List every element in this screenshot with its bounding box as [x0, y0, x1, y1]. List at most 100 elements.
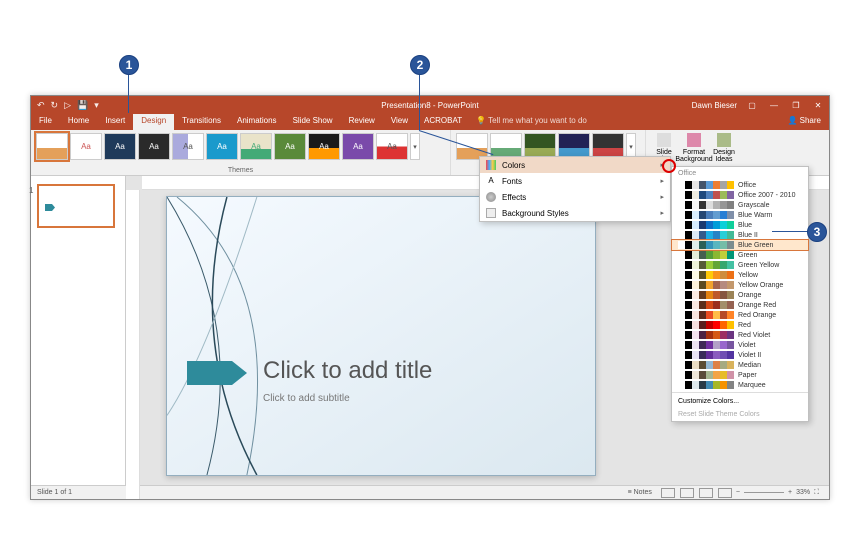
notes-button[interactable]: ≡ Notes	[628, 489, 656, 496]
tab-design[interactable]: Design	[133, 114, 174, 130]
reset-theme-colors-item: Reset Slide Theme Colors	[672, 408, 808, 421]
undo-icon[interactable]: ↶	[37, 100, 45, 111]
color-scheme-median[interactable]: Median	[672, 360, 808, 370]
tell-me-search[interactable]: 💡 Tell me what you want to do	[470, 114, 779, 130]
format-bg-icon	[687, 133, 701, 147]
color-scheme-red-violet[interactable]: Red Violet	[672, 330, 808, 340]
color-scheme-yellow-orange[interactable]: Yellow Orange	[672, 280, 808, 290]
color-swatches	[678, 291, 734, 299]
tab-animations[interactable]: Animations	[229, 114, 285, 130]
background-styles-menu-item[interactable]: Background Styles▸	[480, 205, 670, 221]
color-scheme-label: Blue Green	[738, 242, 773, 249]
qat-customize-icon[interactable]: ▾	[94, 100, 99, 111]
theme-thumb-current[interactable]	[36, 133, 68, 160]
theme-thumb[interactable]: Aa	[376, 133, 408, 160]
customize-colors-item[interactable]: Customize Colors...	[672, 395, 808, 408]
design-ideas-button[interactable]: Design Ideas	[711, 133, 737, 167]
tab-file[interactable]: File	[31, 114, 60, 130]
color-scheme-grayscale[interactable]: Grayscale	[672, 200, 808, 210]
zoom-level[interactable]: 33%	[796, 489, 810, 496]
color-scheme-paper[interactable]: Paper	[672, 370, 808, 380]
slide-thumbnail-preview	[45, 204, 55, 211]
color-scheme-blue-warm[interactable]: Blue Warm	[672, 210, 808, 220]
share-button[interactable]: 👤 Share	[779, 114, 829, 130]
color-swatches	[678, 301, 734, 309]
themes-more-button[interactable]: ▾	[410, 133, 420, 160]
ribbon-display-icon[interactable]: ▢	[745, 101, 759, 110]
format-background-button[interactable]: Format Background	[681, 133, 707, 167]
callout-3-line	[772, 231, 808, 232]
fonts-menu-item[interactable]: A Fonts▸	[480, 173, 670, 189]
theme-thumb[interactable]: Aa	[206, 133, 238, 160]
zoom-in-button[interactable]: +	[788, 489, 792, 496]
design-ideas-icon	[717, 133, 731, 147]
tab-acrobat[interactable]: ACROBAT	[416, 114, 470, 130]
theme-thumb[interactable]: Aa	[274, 133, 306, 160]
effects-menu-item[interactable]: Effects▸	[480, 189, 670, 205]
color-scheme-label: Red	[738, 322, 751, 329]
color-scheme-office-2007-2010[interactable]: Office 2007 - 2010	[672, 190, 808, 200]
theme-thumb[interactable]: Aa	[104, 133, 136, 160]
tab-slideshow[interactable]: Slide Show	[285, 114, 341, 130]
redo-icon[interactable]: ↻	[51, 100, 59, 111]
subtitle-placeholder[interactable]: Click to add subtitle	[263, 393, 350, 404]
zoom-slider[interactable]	[744, 492, 784, 493]
color-scheme-label: Red Orange	[738, 312, 776, 319]
sorter-view-button[interactable]	[680, 488, 694, 498]
user-name[interactable]: Dawn Bieser	[692, 101, 737, 110]
color-scheme-label: Yellow	[738, 272, 758, 279]
slide-counter[interactable]: Slide 1 of 1	[37, 489, 72, 496]
quick-access-toolbar: ↶ ↻ ▷ 💾 ▾	[37, 96, 99, 114]
color-scheme-label: Blue II	[738, 232, 758, 239]
color-scheme-label: Green	[738, 252, 757, 259]
start-from-beginning-icon[interactable]: ▷	[64, 100, 71, 111]
restore-icon[interactable]: ❐	[789, 101, 803, 110]
color-scheme-violet-ii[interactable]: Violet II	[672, 350, 808, 360]
theme-thumb[interactable]: Aa	[308, 133, 340, 160]
slide-thumbnails-pane[interactable]: 1	[31, 176, 126, 485]
color-scheme-blue[interactable]: Blue	[672, 220, 808, 230]
colors-menu-item[interactable]: Colors▸	[480, 157, 670, 173]
themes-group: Aa Aa Aa Aa Aa Aa Aa Aa Aa Aa ▾ Themes	[31, 130, 451, 175]
color-scheme-orange[interactable]: Orange	[672, 290, 808, 300]
color-scheme-label: Violet II	[738, 352, 761, 359]
theme-thumb[interactable]: Aa	[70, 133, 102, 160]
color-scheme-yellow[interactable]: Yellow	[672, 270, 808, 280]
tab-transitions[interactable]: Transitions	[174, 114, 229, 130]
theme-thumb[interactable]: Aa	[342, 133, 374, 160]
color-scheme-green-yellow[interactable]: Green Yellow	[672, 260, 808, 270]
color-swatches	[678, 381, 734, 389]
reading-view-button[interactable]	[699, 488, 713, 498]
color-scheme-red[interactable]: Red	[672, 320, 808, 330]
save-icon[interactable]: 💾	[77, 100, 88, 111]
callout-2: 2	[410, 55, 430, 75]
menu-separator	[672, 392, 808, 393]
color-scheme-green[interactable]: Green	[672, 250, 808, 260]
fit-to-window-button[interactable]: ⛶	[814, 489, 819, 497]
tab-insert[interactable]: Insert	[97, 114, 133, 130]
tab-view[interactable]: View	[383, 114, 416, 130]
ribbon-tabs: File Home Insert Design Transitions Anim…	[31, 114, 829, 130]
color-scheme-blue-green[interactable]: Blue Green	[672, 240, 808, 250]
normal-view-button[interactable]	[661, 488, 675, 498]
slideshow-view-button[interactable]	[718, 488, 732, 498]
color-scheme-label: Orange Red	[738, 302, 776, 309]
tab-home[interactable]: Home	[60, 114, 97, 130]
minimize-icon[interactable]: —	[767, 101, 781, 110]
close-icon[interactable]: ✕	[811, 101, 825, 110]
color-scheme-red-orange[interactable]: Red Orange	[672, 310, 808, 320]
color-scheme-office[interactable]: Office	[672, 180, 808, 190]
slide-canvas[interactable]: Click to add title Click to add subtitle	[166, 196, 596, 476]
theme-thumb[interactable]: Aa	[172, 133, 204, 160]
tab-review[interactable]: Review	[341, 114, 383, 130]
color-scheme-orange-red[interactable]: Orange Red	[672, 300, 808, 310]
color-swatches	[678, 281, 734, 289]
theme-thumb[interactable]: Aa	[138, 133, 170, 160]
zoom-out-button[interactable]: −	[736, 489, 740, 496]
color-scheme-violet[interactable]: Violet	[672, 340, 808, 350]
slide-thumbnail-1[interactable]: 1	[37, 184, 115, 228]
themes-gallery[interactable]: Aa Aa Aa Aa Aa Aa Aa Aa Aa Aa ▾	[36, 133, 445, 163]
color-scheme-marquee[interactable]: Marquee	[672, 380, 808, 390]
theme-thumb[interactable]: Aa	[240, 133, 272, 160]
title-placeholder[interactable]: Click to add title	[263, 357, 432, 385]
